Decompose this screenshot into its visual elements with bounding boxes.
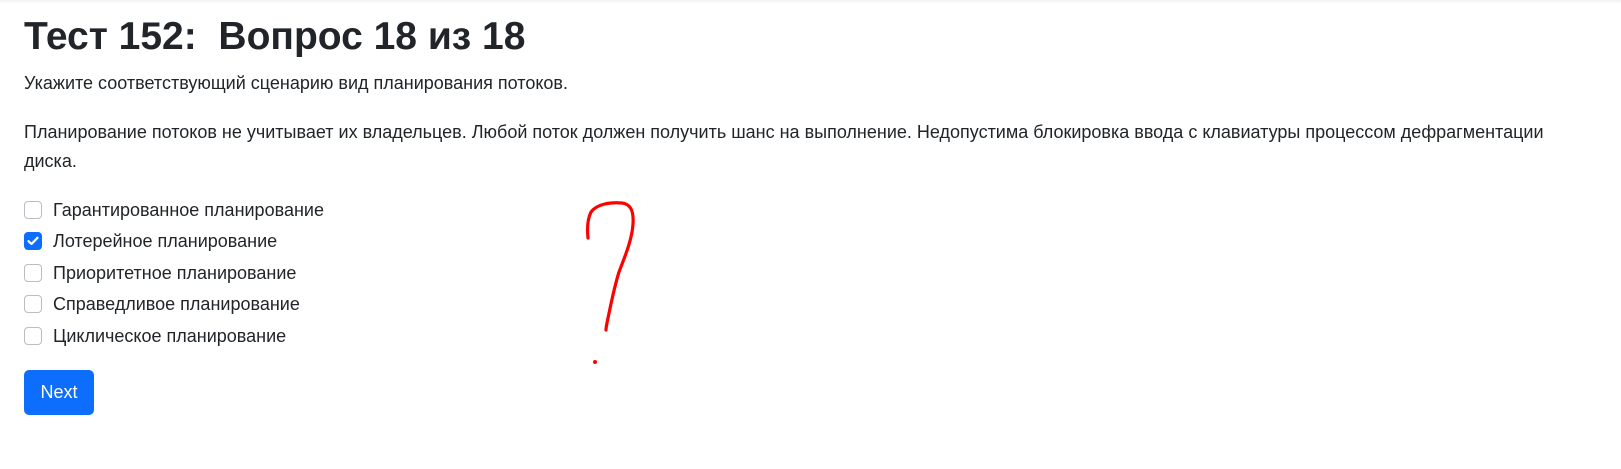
question-mark-annotation-icon (586, 201, 635, 364)
answer-option[interactable]: Приоритетное планирование (24, 257, 324, 289)
answer-option[interactable]: Справедливое планирование (24, 289, 324, 321)
question-scenario: Планирование потоков не учитывает их вла… (24, 122, 1544, 171)
answer-options-list: Гарантированное планирование Лотерейное … (24, 194, 324, 352)
answer-checkbox[interactable] (24, 200, 42, 219)
answer-option[interactable]: Гарантированное планирование (24, 194, 324, 226)
answer-checkbox[interactable] (24, 295, 42, 314)
answer-option[interactable]: Циклическое планирование (24, 320, 324, 352)
next-button[interactable]: Next (24, 370, 94, 415)
answer-option-label[interactable]: Справедливое планирование (53, 292, 300, 316)
page-title: Тест 152: Вопрос 18 из 18 (24, 15, 526, 58)
answer-checkbox[interactable] (24, 232, 42, 251)
checkmark-icon (27, 236, 39, 246)
answer-checkbox[interactable] (24, 326, 42, 345)
answer-option[interactable]: Лотерейное планирование (24, 226, 324, 258)
question-prompt: Укажите соответствующий сценарию вид пла… (24, 73, 568, 93)
answer-option-label[interactable]: Циклическое планирование (53, 324, 286, 348)
top-bar-shadow (0, 0, 1621, 4)
answer-checkbox[interactable] (24, 263, 42, 282)
answer-option-label[interactable]: Лотерейное планирование (53, 229, 277, 253)
answer-option-label[interactable]: Приоритетное планирование (53, 261, 296, 285)
answer-option-label[interactable]: Гарантированное планирование (53, 198, 324, 222)
